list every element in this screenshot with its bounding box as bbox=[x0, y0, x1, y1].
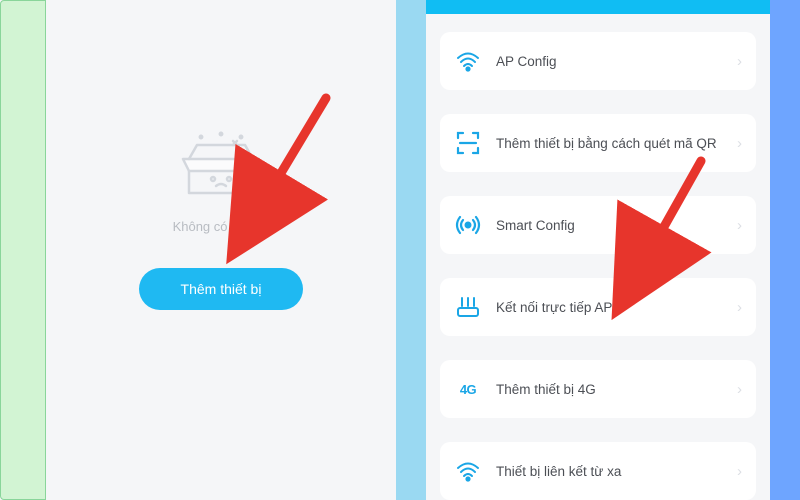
chevron-right-icon: › bbox=[737, 135, 742, 152]
fourg-icon: 4G bbox=[454, 375, 482, 403]
wifi-icon bbox=[454, 47, 482, 75]
signal-icon bbox=[454, 211, 482, 239]
right-blue-edge bbox=[770, 0, 800, 500]
empty-box-illustration: Không có thiết bị bbox=[173, 131, 270, 234]
left-green-edge bbox=[0, 0, 46, 500]
router-icon bbox=[454, 293, 482, 321]
add-device-button[interactable]: Thêm thiết bị bbox=[139, 268, 304, 310]
chevron-right-icon: › bbox=[737, 299, 742, 316]
option-4g[interactable]: 4G Thêm thiết bị 4G › bbox=[440, 360, 756, 418]
option-smart-config[interactable]: Smart Config › bbox=[440, 196, 756, 254]
option-label: Thiết bị liên kết từ xa bbox=[496, 464, 737, 479]
empty-state-label: Không có thiết bị bbox=[173, 219, 270, 234]
option-label: Thêm thiết bị 4G bbox=[496, 382, 737, 397]
mid-blue-gap bbox=[396, 0, 426, 500]
option-label: Kết nối trực tiếp AP bbox=[496, 300, 737, 315]
chevron-right-icon: › bbox=[737, 53, 742, 70]
left-empty-panel: Không có thiết bị Thêm thiết bị bbox=[46, 0, 396, 500]
option-label: AP Config bbox=[496, 54, 737, 69]
option-remote-link[interactable]: Thiết bị liên kết từ xa › bbox=[440, 442, 756, 500]
qr-icon bbox=[454, 129, 482, 157]
chevron-right-icon: › bbox=[737, 217, 742, 234]
remote-icon bbox=[454, 457, 482, 485]
right-header-bar bbox=[426, 0, 770, 14]
right-options-panel: AP Config › Thêm thiết bị bằng cách quét… bbox=[426, 0, 770, 500]
option-ap-direct[interactable]: Kết nối trực tiếp AP › bbox=[440, 278, 756, 336]
chevron-right-icon: › bbox=[737, 463, 742, 480]
option-qr-scan[interactable]: Thêm thiết bị bằng cách quét mã QR › bbox=[440, 114, 756, 172]
options-list: AP Config › Thêm thiết bị bằng cách quét… bbox=[426, 14, 770, 500]
chevron-right-icon: › bbox=[737, 381, 742, 398]
option-ap-config[interactable]: AP Config › bbox=[440, 32, 756, 90]
option-label: Smart Config bbox=[496, 218, 737, 233]
option-label: Thêm thiết bị bằng cách quét mã QR bbox=[496, 136, 737, 151]
